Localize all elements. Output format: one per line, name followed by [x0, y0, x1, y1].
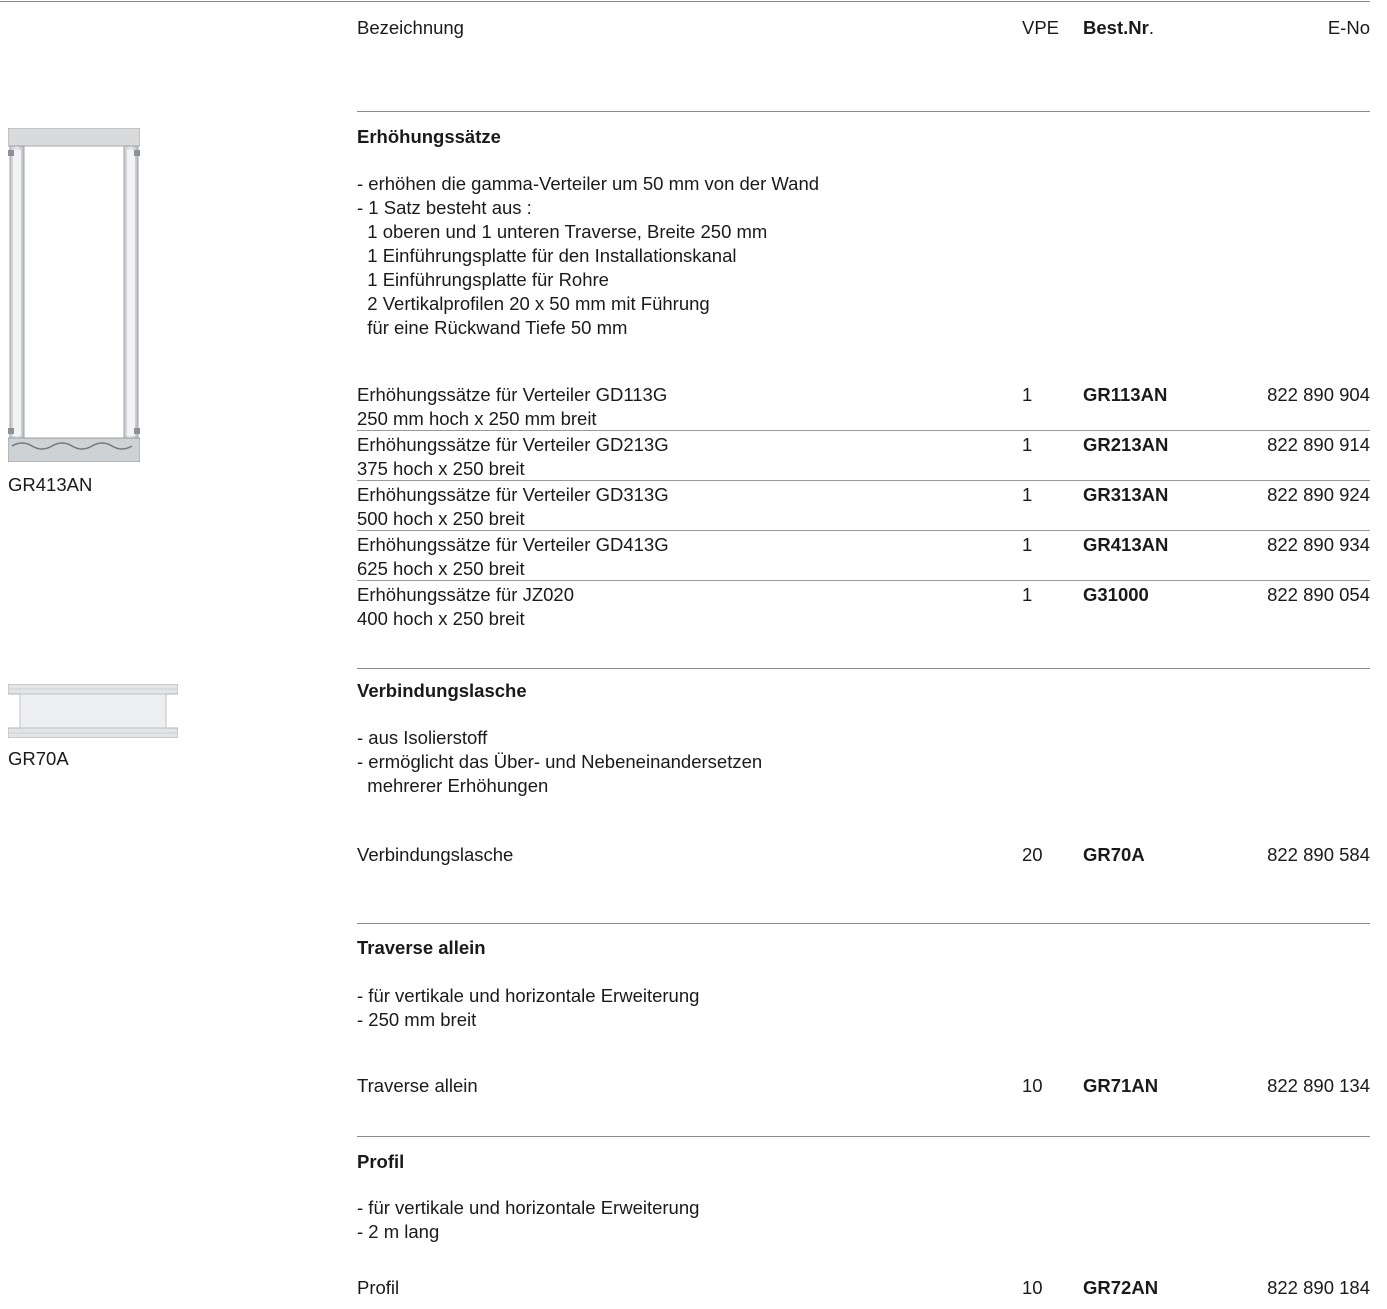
row-divider: [357, 430, 1370, 431]
table-row: Erhöhungssätze für Verteiler GD313G 500 …: [0, 483, 1387, 531]
section-divider: [357, 668, 1370, 669]
description-line: 2 Vertikalprofilen 20 x 50 mm mit Führun…: [357, 293, 710, 314]
table-row: Profil 10 GR72AN 822 890 184: [0, 1276, 1387, 1300]
row-vpe: 20: [1022, 844, 1043, 865]
row-order-no: GR313AN: [1083, 484, 1169, 505]
row-order-no: GR113AN: [1083, 384, 1168, 405]
section-description: - erhöhen die gamma-Verteiler um 50 mm v…: [357, 172, 819, 340]
description-line: - erhöhen die gamma-Verteiler um 50 mm v…: [357, 173, 820, 194]
section-divider: [357, 1136, 1370, 1137]
table-row: Verbindungslasche 20 GR70A 822 890 584: [0, 843, 1387, 867]
row-order-no: GR70A: [1083, 844, 1145, 865]
section-description: - aus Isolierstoff - ermöglicht das Über…: [357, 726, 762, 798]
row-eno: 822 890 134: [1267, 1075, 1370, 1096]
column-header-order-no: Best.Nr.: [1083, 16, 1154, 40]
section-divider: [357, 111, 1370, 112]
row-divider: [357, 530, 1370, 531]
row-eno: 822 890 914: [1267, 434, 1370, 455]
description-line: 1 Einführungsplatte für Rohre: [357, 269, 609, 290]
description-line: 1 oberen und 1 unteren Traverse, Breite …: [357, 221, 768, 242]
row-name-line1: Erhöhungssätze für Verteiler GD113G: [357, 384, 668, 405]
table-row: Traverse allein 10 GR71AN 822 890 134: [0, 1074, 1387, 1098]
row-eno: 822 890 584: [1267, 844, 1370, 865]
table-row: Erhöhungssätze für Verteiler GD113G 250 …: [0, 383, 1387, 431]
row-eno: 822 890 934: [1267, 534, 1370, 555]
row-name: Erhöhungssätze für Verteiler GD413G 625 …: [357, 533, 669, 581]
row-name-line2: 375 hoch x 250 breit: [357, 458, 525, 479]
section-title: Erhöhungssätze: [357, 126, 501, 147]
section-title: Traverse allein: [357, 937, 486, 958]
row-name-line2: 400 hoch x 250 breit: [357, 608, 525, 629]
section-title: Profil: [357, 1151, 405, 1172]
description-line: für eine Rückwand Tiefe 50 mm: [357, 317, 628, 338]
description-line: - ermöglicht das Über- und Nebeneinander…: [357, 751, 763, 772]
row-name: Traverse allein: [357, 1075, 478, 1096]
column-header-name: Bezeichnung: [357, 17, 464, 38]
row-eno: 822 890 904: [1267, 384, 1370, 405]
row-name-line1: Erhöhungssätze für Verteiler GD213G: [357, 434, 669, 455]
row-order-no: GR413AN: [1083, 534, 1169, 555]
image-caption: GR70A: [8, 748, 69, 769]
description-line: - 2 m lang: [357, 1221, 440, 1242]
row-vpe: 10: [1022, 1277, 1043, 1298]
row-name: Erhöhungssätze für Verteiler GD213G 375 …: [357, 433, 669, 481]
row-order-no: GR213AN: [1083, 434, 1169, 455]
row-name: Profil: [357, 1277, 400, 1298]
description-line: - 1 Satz besteht aus :: [357, 197, 532, 218]
row-vpe: 1: [1022, 534, 1033, 555]
row-name: Erhöhungssätze für Verteiler GD113G 250 …: [357, 383, 667, 431]
row-order-no: GR71AN: [1083, 1075, 1159, 1096]
top-rule: [0, 1, 1370, 2]
row-name: Erhöhungssätze für JZ020 400 hoch x 250 …: [357, 583, 574, 631]
section-description: - für vertikale und horizontale Erweiter…: [357, 1196, 699, 1244]
section-description: - für vertikale und horizontale Erweiter…: [357, 984, 699, 1032]
description-line: - für vertikale und horizontale Erweiter…: [357, 985, 700, 1006]
description-line: - aus Isolierstoff: [357, 727, 488, 748]
row-vpe: 1: [1022, 434, 1033, 455]
row-name-line1: Erhöhungssätze für Verteiler GD413G: [357, 534, 669, 555]
row-eno: 822 890 924: [1267, 484, 1370, 505]
product-image-gr70a: [7, 683, 179, 744]
row-eno: 822 890 184: [1267, 1277, 1370, 1298]
order-no-dot: .: [1148, 17, 1154, 38]
row-name-line2: 625 hoch x 250 breit: [357, 558, 525, 579]
description-line: - 250 mm breit: [357, 1009, 477, 1030]
description-line: - für vertikale und horizontale Erweiter…: [357, 1197, 700, 1218]
row-name: Verbindungslasche: [357, 844, 514, 865]
row-vpe: 1: [1022, 384, 1033, 405]
row-name-line2: 500 hoch x 250 breit: [357, 508, 525, 529]
row-vpe: 10: [1022, 1075, 1043, 1096]
section-title: Verbindungslasche: [357, 680, 527, 701]
description-line: mehrerer Erhöhungen: [357, 775, 549, 796]
row-name-line1: Erhöhungssätze für Verteiler GD313G: [357, 484, 669, 505]
column-header-eno: E-No: [1327, 17, 1370, 38]
table-row: Erhöhungssätze für Verteiler GD213G 375 …: [0, 433, 1387, 481]
row-name-line2: 250 mm hoch x 250 mm breit: [357, 408, 597, 429]
row-order-no: GR72AN: [1083, 1277, 1159, 1298]
row-name: Erhöhungssätze für Verteiler GD313G 500 …: [357, 483, 669, 531]
row-divider: [357, 580, 1370, 581]
order-no-label: Best.Nr: [1083, 17, 1149, 38]
table-row: Erhöhungssätze für JZ020 400 hoch x 250 …: [0, 583, 1387, 631]
table-row: Erhöhungssätze für Verteiler GD413G 625 …: [0, 533, 1387, 581]
row-order-no: G31000: [1083, 584, 1149, 605]
row-divider: [357, 480, 1370, 481]
row-name-line1: Erhöhungssätze für JZ020: [357, 584, 574, 605]
section-divider: [357, 923, 1370, 924]
row-eno: 822 890 054: [1267, 584, 1370, 605]
description-line: 1 Einführungsplatte für den Installation…: [357, 245, 737, 266]
column-header-vpe: VPE: [1022, 17, 1060, 38]
row-vpe: 1: [1022, 584, 1033, 605]
row-vpe: 1: [1022, 484, 1033, 505]
